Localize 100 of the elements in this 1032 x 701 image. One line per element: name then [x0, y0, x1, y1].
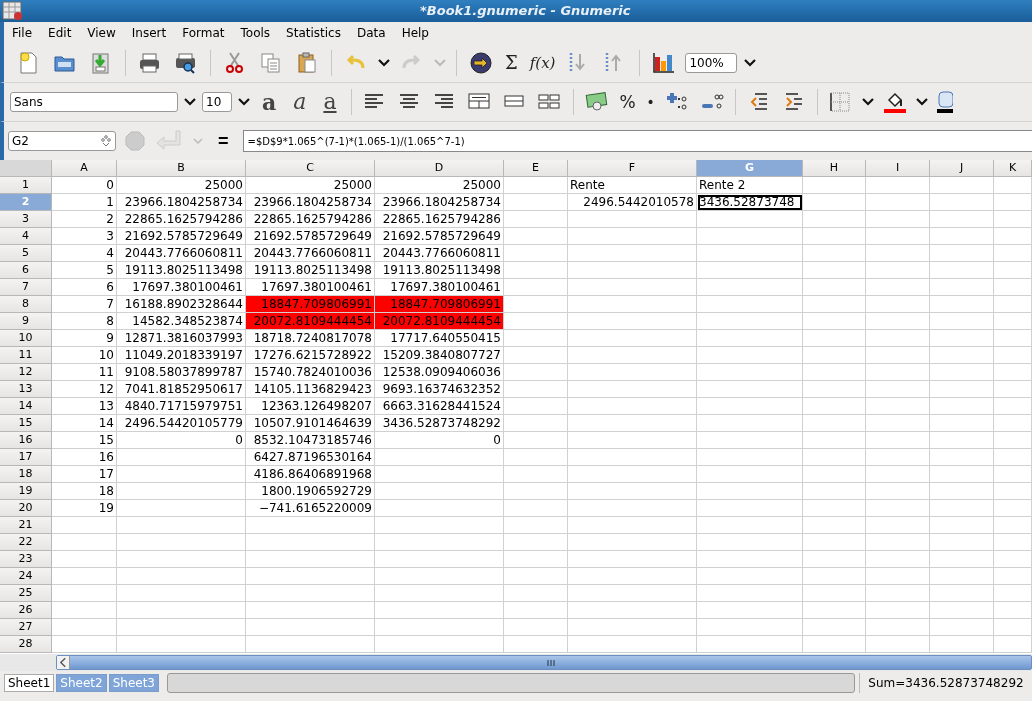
table-cell [866, 636, 930, 653]
row-header[interactable]: 21 [0, 517, 52, 534]
table-cell: 7041.81852950617 [117, 381, 246, 398]
caret-icon[interactable] [861, 97, 876, 107]
row-header[interactable]: 20 [0, 500, 52, 517]
table-cell [994, 364, 1032, 381]
menu-item[interactable]: Format [174, 26, 233, 40]
table-cell [866, 211, 930, 228]
menu-item[interactable]: View [79, 26, 124, 40]
row-header[interactable]: 11 [0, 347, 52, 364]
row-header[interactable]: 9 [0, 313, 52, 330]
table-cell: 8 [52, 313, 117, 330]
caret-icon[interactable] [183, 97, 197, 107]
row-header[interactable]: 13 [0, 381, 52, 398]
row-header[interactable]: 12 [0, 364, 52, 381]
printer-icon[interactable] [138, 51, 162, 75]
menu-item[interactable]: Tools [232, 26, 279, 40]
table-cell [994, 313, 1032, 330]
enter-formula-button[interactable]: = [212, 130, 235, 152]
table-cell [803, 619, 866, 636]
row-header[interactable]: 1 [0, 177, 52, 194]
table-cell [803, 432, 866, 449]
fill-color-icon[interactable] [883, 90, 908, 114]
underline-button[interactable]: a [317, 91, 343, 113]
table-cell [994, 211, 1032, 228]
menu-item[interactable]: Statistics [278, 26, 349, 40]
caret-icon[interactable] [915, 97, 930, 107]
table-cell: 9108.58037899787 [117, 364, 246, 381]
formula-field[interactable]: =$D$9*1.065^(7-1)*(1.065-1)/(1.065^7-1) [242, 130, 1032, 152]
font-size-field[interactable]: 10 [202, 92, 232, 112]
row-header[interactable]: 4 [0, 228, 52, 245]
column-header[interactable]: I [866, 160, 930, 177]
row-header[interactable]: 28 [0, 636, 52, 653]
table-cell [866, 381, 930, 398]
table-cell [994, 398, 1032, 415]
table-cell: 9693.16374632352 [375, 381, 504, 398]
cell-reference-field[interactable]: G2 [8, 131, 116, 151]
zoom-field[interactable]: 100% [685, 53, 738, 73]
sheet-tab[interactable]: Sheet1 [4, 674, 55, 692]
column-header[interactable]: B [117, 160, 246, 177]
table-cell [504, 245, 568, 262]
row-header[interactable]: 6 [0, 262, 52, 279]
row-header[interactable]: 8 [0, 296, 52, 313]
row-header[interactable]: 10 [0, 330, 52, 347]
row-header[interactable]: 17 [0, 449, 52, 466]
column-header[interactable]: E [504, 160, 568, 177]
table-cell [866, 449, 930, 466]
row-header[interactable]: 23 [0, 551, 52, 568]
table-cell: 10507.9101464639 [246, 415, 375, 432]
caret-icon[interactable] [377, 58, 391, 68]
sum-button[interactable]: Σ [502, 52, 521, 74]
column-header[interactable]: C [246, 160, 375, 177]
table-cell [803, 296, 866, 313]
thousands-separator-button[interactable]: · [643, 91, 658, 113]
menu-item[interactable]: Insert [123, 26, 175, 40]
money-icon[interactable] [584, 90, 609, 114]
menu-item[interactable]: Data [348, 26, 394, 40]
table-cell [994, 619, 1032, 636]
font-color-icon[interactable] [937, 90, 954, 114]
row-header[interactable]: 27 [0, 619, 52, 636]
column-header[interactable]: F [568, 160, 697, 177]
row-header[interactable]: 15 [0, 415, 52, 432]
table-cell [866, 568, 930, 585]
menu-item[interactable]: Edit [40, 26, 80, 40]
caret-icon[interactable] [237, 97, 251, 107]
menu-item[interactable]: Help [393, 26, 437, 40]
table-cell [866, 551, 930, 568]
print-preview-icon[interactable] [174, 51, 198, 75]
row-header[interactable]: 14 [0, 398, 52, 415]
table-cell [504, 619, 568, 636]
cell-reference-dropdown-icon[interactable] [100, 135, 112, 147]
row-header[interactable]: 24 [0, 568, 52, 585]
row-header[interactable]: 26 [0, 602, 52, 619]
function-button[interactable]: f(x) [526, 52, 559, 74]
column-header[interactable]: H [803, 160, 866, 177]
table-cell [504, 551, 568, 568]
table-cell: 11 [52, 364, 117, 381]
column-header[interactable]: J [930, 160, 994, 177]
row-header[interactable]: 16 [0, 432, 52, 449]
column-header[interactable]: K [994, 160, 1032, 177]
caret-icon[interactable] [743, 58, 758, 68]
horizontal-scrollbar[interactable] [56, 655, 1032, 670]
row-header[interactable]: 19 [0, 483, 52, 500]
bar-chart-icon[interactable] [652, 51, 677, 75]
scroll-left-icon[interactable] [57, 656, 70, 669]
row-header[interactable]: 7 [0, 279, 52, 296]
row-header[interactable]: 5 [0, 245, 52, 262]
row-header[interactable]: 3 [0, 211, 52, 228]
bold-button[interactable]: a [256, 91, 283, 113]
font-field[interactable]: Sans [10, 92, 178, 112]
percent-button[interactable]: % [616, 91, 639, 113]
italic-button[interactable]: a [287, 91, 313, 113]
row-header[interactable]: 18 [0, 466, 52, 483]
column-header[interactable]: D [375, 160, 504, 177]
row-header[interactable]: 22 [0, 534, 52, 551]
menu-item[interactable]: File [8, 26, 41, 40]
table-cell [994, 245, 1032, 262]
paste-icon[interactable] [295, 51, 319, 75]
column-header[interactable]: A [52, 160, 117, 177]
row-header[interactable]: 25 [0, 585, 52, 602]
